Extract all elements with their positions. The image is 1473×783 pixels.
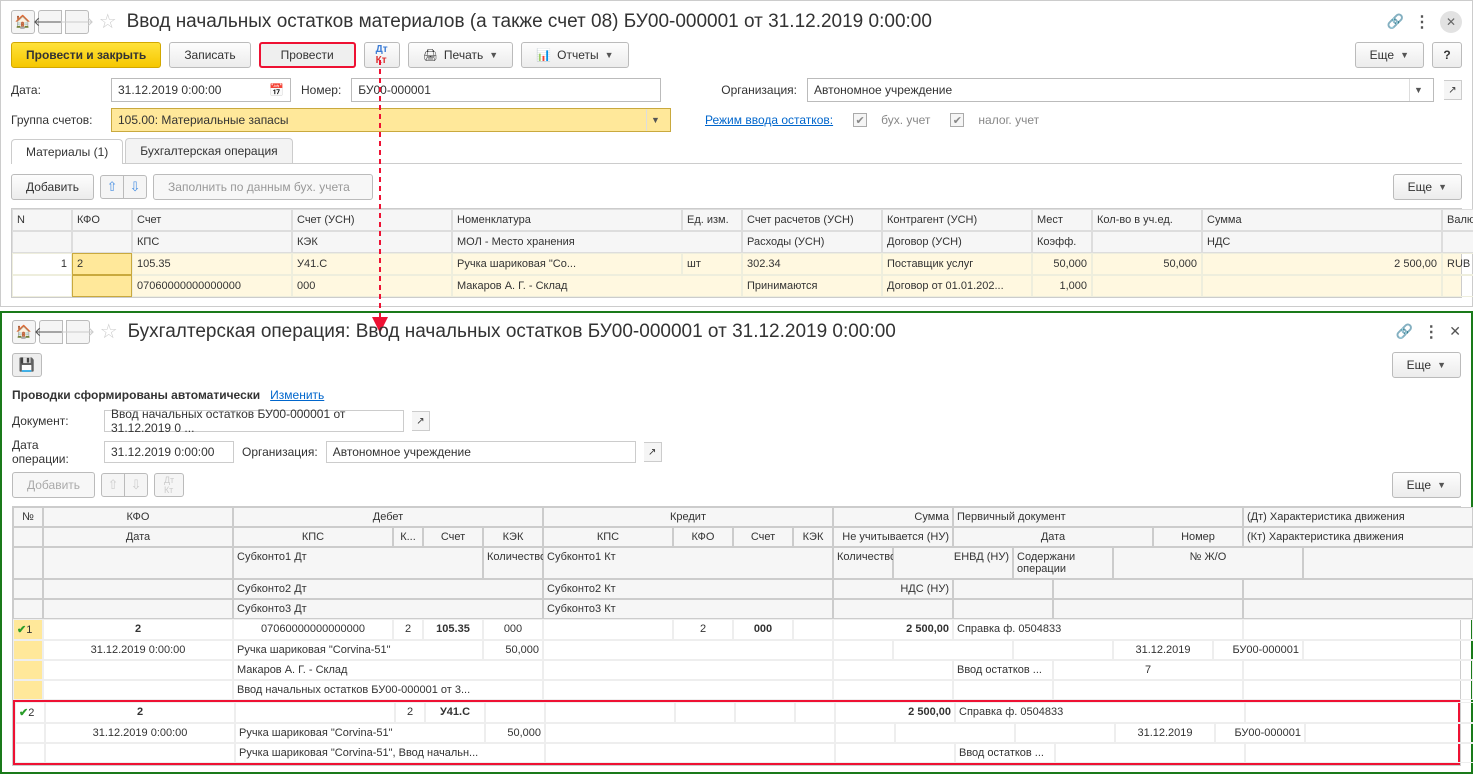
dk-button[interactable]: ДᴛКᴛ — [364, 42, 400, 68]
org-input-2[interactable]: Автономное учреждение — [326, 441, 636, 463]
chevron-down-icon: ▼ — [489, 50, 498, 60]
favorite-icon[interactable]: ☆ — [95, 9, 121, 34]
col-nomen: Номенклатура — [452, 209, 682, 231]
move-down-button[interactable]: ⇩ — [123, 175, 147, 199]
favorite-icon[interactable]: ☆ — [96, 319, 122, 344]
chevron-down-icon: ▼ — [1400, 50, 1409, 60]
col-kontr: Контрагент (УСН) — [882, 209, 1032, 231]
opdate-label: Дата операции: — [12, 438, 96, 466]
dk-small-button: ДтКт — [154, 473, 184, 497]
number-label: Номер: — [301, 83, 341, 97]
tab-buh-operation[interactable]: Бухгалтерская операция — [125, 138, 292, 163]
home-button[interactable]: 🏠 — [11, 10, 35, 34]
col-acct-r: Счет расчетов (УСН) — [742, 209, 882, 231]
printer-icon: 🖨 — [423, 48, 438, 62]
chevron-down-icon[interactable]: ▼ — [646, 109, 664, 131]
entries-more-button[interactable]: Еще ▼ — [1392, 472, 1461, 498]
calendar-icon[interactable]: 📅 — [269, 83, 284, 97]
col-sum: Сумма — [1202, 209, 1442, 231]
col-acct-usn: Счет (УСН) — [292, 209, 452, 231]
reports-button[interactable]: 📊 Отчеты ▼ — [521, 42, 628, 68]
more-button[interactable]: Еще ▼ — [1355, 42, 1424, 68]
close-button[interactable]: ✕ — [1440, 11, 1462, 33]
doc-label: Документ: — [12, 414, 96, 428]
add-entry-button: Добавить — [12, 472, 95, 498]
entries-grid[interactable]: № КФО Дебет Кредит Сумма Первичный докум… — [12, 506, 1461, 766]
change-link[interactable]: Изменить — [270, 388, 324, 402]
save-button[interactable]: Записать — [169, 42, 250, 68]
move-up-button[interactable]: ⇧ — [100, 175, 124, 199]
col-mest: Мест — [1032, 209, 1092, 231]
col-qty: Кол-во в уч.ед. — [1092, 209, 1202, 231]
auto-status: Проводки сформированы автоматически — [12, 388, 260, 402]
more-button-2[interactable]: Еще ▼ — [1392, 352, 1461, 378]
nu-label: налог. учет — [978, 113, 1039, 127]
check-icon: ✔ — [17, 624, 26, 636]
link-icon[interactable]: 🔗 — [1387, 13, 1404, 30]
add-row-button[interactable]: Добавить — [11, 174, 94, 200]
bu-label: бух. учет — [881, 113, 930, 127]
grid-more-button[interactable]: Еще ▼ — [1393, 174, 1462, 200]
forward-button[interactable]: 🡒 — [66, 320, 90, 344]
chevron-down-icon: ▼ — [1438, 182, 1447, 192]
open-ref-icon[interactable]: ↗ — [644, 442, 662, 462]
print-button[interactable]: 🖨 Печать ▼ — [408, 42, 513, 68]
page-title-2: Бухгалтерская операция: Ввод начальных о… — [128, 321, 1390, 343]
chevron-down-icon: ▼ — [605, 50, 614, 60]
move-up-button: ⇧ — [101, 473, 125, 497]
materials-grid[interactable]: N КФО Счет Счет (УСН) Номенклатура Ед. и… — [11, 208, 1462, 298]
col-ed: Ед. изм. — [682, 209, 742, 231]
number-input[interactable]: БУ00-000001 — [351, 78, 661, 102]
help-button[interactable]: ? — [1432, 42, 1462, 68]
open-ref-icon[interactable]: ↗ — [1444, 80, 1462, 100]
chevron-down-icon: ▼ — [1437, 480, 1446, 490]
chart-icon: 📊 — [536, 48, 551, 62]
fill-button[interactable]: Заполнить по данным бух. учета — [153, 174, 373, 200]
nu-checkbox: ✔ — [950, 113, 964, 127]
more-icon[interactable]: ⋮ — [1423, 322, 1439, 342]
post-close-button[interactable]: Провести и закрыть — [11, 42, 161, 68]
open-ref-icon[interactable]: ↗ — [412, 411, 430, 431]
link-icon[interactable]: 🔗 — [1396, 323, 1413, 340]
entry-row[interactable]: ✔1 2 07060000000000000 2 105.35 000 2 00… — [13, 619, 1460, 700]
col-acct: Счет — [132, 209, 292, 231]
org-input[interactable]: Автономное учреждение ▼ — [807, 78, 1434, 102]
opdate-input[interactable]: 31.12.2019 0:00:00 — [104, 441, 234, 463]
more-icon[interactable]: ⋮ — [1414, 12, 1430, 32]
move-down-button: ⇩ — [124, 473, 148, 497]
col-kfo: КФО — [72, 209, 132, 231]
close-button[interactable]: ✕ — [1449, 323, 1461, 340]
home-button[interactable]: 🏠 — [12, 320, 36, 344]
table-row[interactable]: 1 2 105.35 У41.С Ручка шариковая "Co... … — [12, 253, 1461, 275]
save-icon-button[interactable]: 💾 — [12, 353, 42, 377]
nav-group: 🏠 🡐 🡒 — [12, 320, 90, 344]
tab-materials[interactable]: Материалы (1) — [11, 139, 123, 164]
bu-checkbox: ✔ — [853, 113, 867, 127]
chevron-down-icon[interactable]: ▼ — [1409, 79, 1427, 101]
org-label-2: Организация: — [242, 445, 318, 459]
move-buttons: ⇧ ⇩ — [100, 175, 147, 199]
col-n: N — [12, 209, 72, 231]
check-icon: ✔ — [19, 707, 28, 719]
page-title: Ввод начальных остатков материалов (а та… — [127, 11, 1381, 33]
nav-group: 🏠 🡐 🡒 — [11, 10, 89, 34]
date-input[interactable]: 31.12.2019 0:00:00 📅 — [111, 78, 291, 102]
col-val: Валюта — [1442, 209, 1473, 231]
date-label: Дата: — [11, 83, 101, 97]
entry-row-highlighted[interactable]: ✔2 2 2 У41.С 2 500,00 Справка ф. 0504833… — [13, 700, 1460, 765]
post-button[interactable]: Провести — [259, 42, 356, 68]
forward-button[interactable]: 🡒 — [65, 10, 89, 34]
table-row[interactable]: 07060000000000000 000 Макаров А. Г. - Ск… — [12, 275, 1461, 297]
move-buttons: ⇧ ⇩ — [101, 473, 148, 497]
chevron-down-icon: ▼ — [1437, 360, 1446, 370]
mode-link[interactable]: Режим ввода остатков: — [705, 113, 833, 127]
group-input[interactable]: 105.00: Материальные запасы ▼ — [111, 108, 671, 132]
org-label: Организация: — [721, 83, 797, 97]
doc-input[interactable]: Ввод начальных остатков БУ00-000001 от 3… — [104, 410, 404, 432]
group-label: Группа счетов: — [11, 113, 101, 127]
